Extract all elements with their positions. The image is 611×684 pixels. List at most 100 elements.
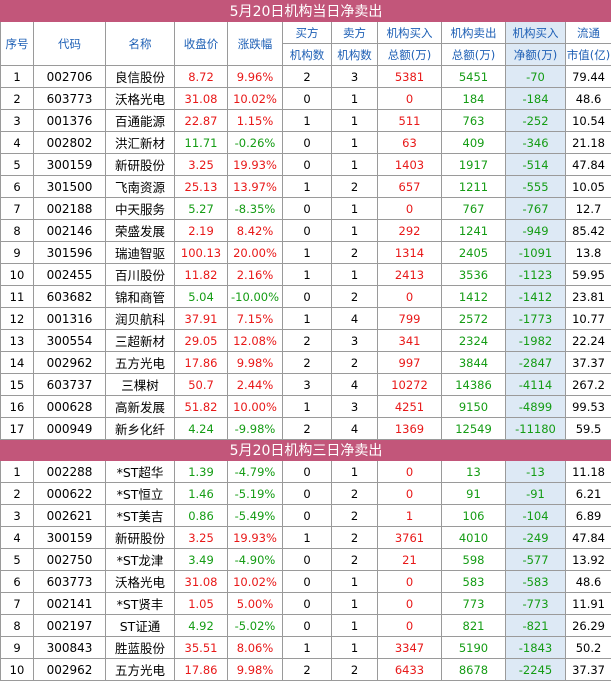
cell-buy-amount: 2413 xyxy=(377,263,442,286)
cell-sell-count: 2 xyxy=(331,351,378,374)
cell-sell-amount: 13 xyxy=(441,460,506,483)
cell-buy-amount: 63 xyxy=(377,131,442,154)
cell-buy-amount: 1314 xyxy=(377,241,442,264)
cell-close: 17.86 xyxy=(174,351,228,374)
cell-market-cap: 11.18 xyxy=(564,460,611,483)
header-insell-top: 机构卖出 xyxy=(441,21,506,44)
cell-sell-amount: 767 xyxy=(441,197,506,220)
cell-sell-amount: 1917 xyxy=(441,153,506,176)
cell-sell-count: 3 xyxy=(331,65,378,88)
cell-sell-count: 2 xyxy=(331,175,378,198)
cell-code: 002750 xyxy=(33,548,106,571)
cell-net-amount: -70 xyxy=(505,65,566,88)
header-code: 代码 xyxy=(33,21,106,66)
cell-seq: 8 xyxy=(0,219,34,242)
cell-change: 2.44% xyxy=(227,373,283,396)
table-row: 7 002141 *ST贤丰 1.05 5.00% 0 1 0 773 -773 11.91 xyxy=(0,592,611,615)
cell-market-cap: 12.7 xyxy=(564,197,611,220)
header-insell-bottom: 总额(万) xyxy=(441,43,506,66)
cell-close: 35.51 xyxy=(174,636,228,659)
cell-change: 10.02% xyxy=(227,570,283,593)
table-row: 3 002621 *ST美吉 0.86 -5.49% 0 2 1 106 -104 6.89 xyxy=(0,504,611,527)
cell-code: 001376 xyxy=(33,109,106,132)
cell-name: 沃格光电 xyxy=(105,570,175,593)
header-change: 涨跌幅 xyxy=(227,21,283,66)
table-row: 12 001316 润贝航科 37.91 7.15% 1 4 799 2572 -1773 10.7… xyxy=(0,307,611,330)
cell-seq: 6 xyxy=(0,175,34,198)
cell-buy-count: 1 xyxy=(282,241,332,264)
cell-close: 22.87 xyxy=(174,109,228,132)
cell-close: 31.08 xyxy=(174,87,228,110)
cell-buy-amount: 341 xyxy=(377,329,442,352)
cell-close: 2.19 xyxy=(174,219,228,242)
cell-name: 胜蓝股份 xyxy=(105,636,175,659)
cell-code: 000622 xyxy=(33,482,106,505)
cell-buy-count: 0 xyxy=(282,614,332,637)
cell-sell-amount: 409 xyxy=(441,131,506,154)
cell-seq: 5 xyxy=(0,153,34,176)
cell-change: -8.35% xyxy=(227,197,283,220)
cell-seq: 2 xyxy=(0,87,34,110)
cell-sell-count: 1 xyxy=(331,87,378,110)
cell-name: 高新发展 xyxy=(105,395,175,418)
cell-buy-amount: 10272 xyxy=(377,373,442,396)
cell-buy-amount: 21 xyxy=(377,548,442,571)
cell-net-amount: -346 xyxy=(505,131,566,154)
cell-sell-amount: 598 xyxy=(441,548,506,571)
cell-close: 3.25 xyxy=(174,153,228,176)
cell-buy-amount: 5381 xyxy=(377,65,442,88)
cell-code: 002141 xyxy=(33,592,106,615)
cell-sell-amount: 3844 xyxy=(441,351,506,374)
cell-market-cap: 10.05 xyxy=(564,175,611,198)
cell-close: 5.04 xyxy=(174,285,228,308)
cell-code: 002197 xyxy=(33,614,106,637)
table-row: 15 603737 三棵树 50.7 2.44% 3 4 10272 14386 -4114 267… xyxy=(0,373,611,396)
table-row: 9 300843 胜蓝股份 35.51 8.06% 1 1 3347 5190 -1843 50.2 xyxy=(0,636,611,659)
cell-net-amount: -1843 xyxy=(505,636,566,659)
cell-change: 19.93% xyxy=(227,153,283,176)
cell-net-amount: -773 xyxy=(505,592,566,615)
cell-net-amount: -252 xyxy=(505,109,566,132)
cell-net-amount: -2245 xyxy=(505,658,566,681)
cell-change: 1.15% xyxy=(227,109,283,132)
header-sell-top: 卖方 xyxy=(331,21,378,44)
cell-sell-count: 2 xyxy=(331,658,378,681)
table-row: 14 002962 五方光电 17.86 9.98% 2 2 997 3844 -2847 37.3… xyxy=(0,351,611,374)
table-row: 10 002455 百川股份 11.82 2.16% 1 1 2413 3536 -1123 59.… xyxy=(0,263,611,286)
header-net-bottom: 净额(万) xyxy=(505,43,566,66)
cell-net-amount: -555 xyxy=(505,175,566,198)
cell-code: 002455 xyxy=(33,263,106,286)
header-name: 名称 xyxy=(105,21,175,66)
cell-market-cap: 48.6 xyxy=(564,570,611,593)
cell-sell-amount: 1241 xyxy=(441,219,506,242)
cell-net-amount: -514 xyxy=(505,153,566,176)
cell-change: 20.00% xyxy=(227,241,283,264)
cell-sell-count: 1 xyxy=(331,614,378,637)
table-row: 2 000622 *ST恒立 1.46 -5.19% 0 2 0 91 -91 6.21 xyxy=(0,482,611,505)
cell-buy-count: 0 xyxy=(282,548,332,571)
cell-code: 000628 xyxy=(33,395,106,418)
cell-close: 25.13 xyxy=(174,175,228,198)
cell-buy-count: 2 xyxy=(282,65,332,88)
cell-sell-amount: 91 xyxy=(441,482,506,505)
cell-buy-count: 0 xyxy=(282,219,332,242)
cell-seq: 17 xyxy=(0,417,34,440)
cell-close: 50.7 xyxy=(174,373,228,396)
cell-sell-count: 1 xyxy=(331,636,378,659)
cell-buy-amount: 3761 xyxy=(377,526,442,549)
cell-buy-count: 1 xyxy=(282,175,332,198)
cell-buy-count: 0 xyxy=(282,460,332,483)
cell-name: 洪汇新材 xyxy=(105,131,175,154)
cell-seq: 3 xyxy=(0,504,34,527)
cell-buy-amount: 799 xyxy=(377,307,442,330)
cell-buy-count: 1 xyxy=(282,307,332,330)
cell-name: 百川股份 xyxy=(105,263,175,286)
cell-seq: 13 xyxy=(0,329,34,352)
cell-name: 瑞迪智驱 xyxy=(105,241,175,264)
cell-buy-amount: 4251 xyxy=(377,395,442,418)
cell-seq: 11 xyxy=(0,285,34,308)
cell-change: 13.97% xyxy=(227,175,283,198)
cell-close: 17.86 xyxy=(174,658,228,681)
cell-change: -5.49% xyxy=(227,504,283,527)
cell-net-amount: -1982 xyxy=(505,329,566,352)
